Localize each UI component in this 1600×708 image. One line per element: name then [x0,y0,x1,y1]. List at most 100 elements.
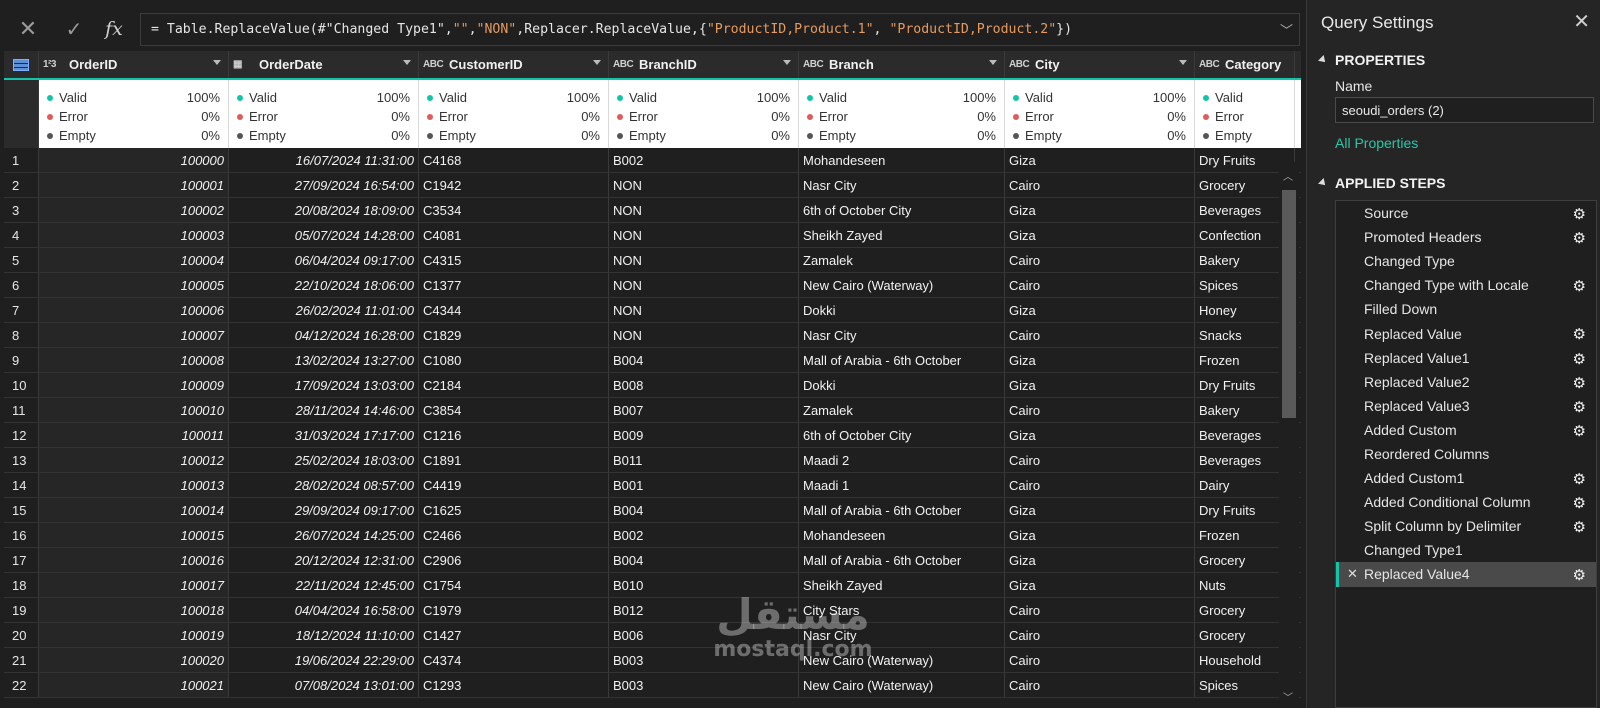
customer-id-cell[interactable]: C1829 [419,323,609,347]
column-header-branchid[interactable]: ABC BranchID [609,51,799,78]
branch-id-cell[interactable]: B007 [609,398,799,422]
order-id-cell[interactable]: 100008 [39,348,229,372]
city-cell[interactable]: Giza [1005,573,1195,597]
customer-id-cell[interactable]: C2906 [419,548,609,572]
order-id-cell[interactable]: 100002 [39,198,229,222]
branch-cell[interactable]: 6th of October City [799,423,1005,447]
branch-id-cell[interactable]: B004 [609,498,799,522]
applied-step[interactable]: Source ⚙ [1336,201,1596,225]
gear-icon[interactable]: ⚙ [1573,277,1586,295]
gear-icon[interactable]: ⚙ [1573,350,1586,368]
chevron-down-icon[interactable]: ﹀ [1280,20,1293,39]
branch-cell[interactable]: Nasr City [799,623,1005,647]
order-id-cell[interactable]: 100009 [39,373,229,397]
city-cell[interactable]: Cairo [1005,473,1195,497]
filter-dropdown-icon[interactable] [783,60,791,65]
table-row[interactable]: 15 100014 29/09/2024 09:17:00 C1625 B004 Mall… [4,498,1301,523]
applied-step[interactable]: Filled Down [1336,297,1596,321]
scroll-down-icon[interactable]: ﹀ [1283,689,1293,704]
applied-step[interactable]: Added Conditional Column ⚙ [1336,490,1596,514]
order-id-cell[interactable]: 100018 [39,598,229,622]
table-row[interactable]: 19 100018 04/04/2024 16:58:00 C1979 B012 City… [4,598,1301,623]
column-header-category[interactable]: ABC Category [1195,51,1295,78]
branch-id-cell[interactable]: NON [609,223,799,247]
applied-step[interactable]: Replaced Value3 ⚙ [1336,394,1596,418]
properties-section-header[interactable]: PROPERTIES [1318,52,1425,68]
branch-cell[interactable]: New Cairo (Waterway) [799,673,1005,697]
city-cell[interactable]: Giza [1005,373,1195,397]
delete-step-icon[interactable]: ✕ [1347,566,1358,582]
customer-id-cell[interactable]: C1377 [419,273,609,297]
order-id-cell[interactable]: 100003 [39,223,229,247]
customer-id-cell[interactable]: C4419 [419,473,609,497]
query-name-input[interactable] [1335,97,1594,123]
branch-id-cell[interactable]: B002 [609,523,799,547]
city-cell[interactable]: Cairo [1005,598,1195,622]
order-date-cell[interactable]: 27/09/2024 16:54:00 [229,173,419,197]
applied-step[interactable]: Added Custom ⚙ [1336,418,1596,442]
city-cell[interactable]: Cairo [1005,673,1195,697]
order-date-cell[interactable]: 29/09/2024 09:17:00 [229,498,419,522]
order-id-cell[interactable]: 100010 [39,398,229,422]
city-cell[interactable]: Cairo [1005,173,1195,197]
table-row[interactable]: 12 100011 31/03/2024 17:17:00 C1216 B009 6th … [4,423,1301,448]
branch-cell[interactable]: Sheikh Zayed [799,223,1005,247]
table-row[interactable]: 20 100019 18/12/2024 11:10:00 C1427 B006 Nasr… [4,623,1301,648]
branch-cell[interactable]: Mall of Arabia - 6th October [799,548,1005,572]
applied-step[interactable]: Replaced Value1 ⚙ [1336,346,1596,370]
city-cell[interactable]: Giza [1005,548,1195,572]
order-date-cell[interactable]: 16/07/2024 11:31:00 [229,148,419,172]
order-date-cell[interactable]: 04/04/2024 16:58:00 [229,598,419,622]
customer-id-cell[interactable]: C1625 [419,498,609,522]
city-cell[interactable]: Giza [1005,198,1195,222]
table-row[interactable]: 21 100020 19/06/2024 22:29:00 C4374 B003 New … [4,648,1301,673]
order-date-cell[interactable]: 26/07/2024 14:25:00 [229,523,419,547]
branch-cell[interactable]: City Stars [799,598,1005,622]
table-menu-button[interactable] [4,51,39,78]
applied-step[interactable]: ✕ Replaced Value4 ⚙ [1336,562,1596,587]
branch-id-cell[interactable]: B003 [609,648,799,672]
order-date-cell[interactable]: 07/08/2024 13:01:00 [229,673,419,697]
gear-icon[interactable]: ⚙ [1573,566,1586,584]
branch-id-cell[interactable]: B009 [609,423,799,447]
order-id-cell[interactable]: 100015 [39,523,229,547]
applied-step[interactable]: Reordered Columns [1336,442,1596,466]
formula-input[interactable]: = Table.ReplaceValue(#"Changed Type1", ""… [140,13,1300,46]
table-row[interactable]: 8 100007 04/12/2024 16:28:00 C1829 NON Nasr C… [4,323,1301,348]
order-id-cell[interactable]: 100017 [39,573,229,597]
table-row[interactable]: 22 100021 07/08/2024 13:01:00 C1293 B003 New … [4,673,1301,698]
table-row[interactable]: 6 100005 22/10/2024 18:06:00 C1377 NON New Ca… [4,273,1301,298]
branch-cell[interactable]: Mohandeseen [799,523,1005,547]
branch-id-cell[interactable]: B004 [609,348,799,372]
all-properties-link[interactable]: All Properties [1335,135,1418,151]
close-icon[interactable]: ✕ [1573,9,1590,34]
customer-id-cell[interactable]: C4374 [419,648,609,672]
order-id-cell[interactable]: 100011 [39,423,229,447]
cancel-formula-button[interactable]: ✕ [10,14,46,44]
city-cell[interactable]: Giza [1005,498,1195,522]
table-row[interactable]: 17 100016 20/12/2024 12:31:00 C2906 B004 Mall… [4,548,1301,573]
branch-cell[interactable]: Maadi 1 [799,473,1005,497]
branch-id-cell[interactable]: B010 [609,573,799,597]
city-cell[interactable]: Cairo [1005,323,1195,347]
city-cell[interactable]: Giza [1005,148,1195,172]
city-cell[interactable]: Giza [1005,423,1195,447]
applied-step[interactable]: Promoted Headers ⚙ [1336,225,1596,249]
customer-id-cell[interactable]: C3854 [419,398,609,422]
branch-cell[interactable]: Dokki [799,373,1005,397]
applied-step[interactable]: Added Custom1 ⚙ [1336,466,1596,490]
order-id-cell[interactable]: 100001 [39,173,229,197]
table-row[interactable]: 14 100013 28/02/2024 08:57:00 C4419 B001 Maad… [4,473,1301,498]
column-header-customerid[interactable]: ABC CustomerID [419,51,609,78]
customer-id-cell[interactable]: C4344 [419,298,609,322]
branch-id-cell[interactable]: NON [609,248,799,272]
applied-step[interactable]: Replaced Value ⚙ [1336,321,1596,345]
customer-id-cell[interactable]: C1216 [419,423,609,447]
filter-dropdown-icon[interactable] [593,60,601,65]
column-header-orderid[interactable]: 1²3 OrderID [39,51,229,78]
order-date-cell[interactable]: 05/07/2024 14:28:00 [229,223,419,247]
city-cell[interactable]: Cairo [1005,398,1195,422]
order-date-cell[interactable]: 20/12/2024 12:31:00 [229,548,419,572]
gear-icon[interactable]: ⚙ [1573,398,1586,416]
order-date-cell[interactable]: 25/02/2024 18:03:00 [229,448,419,472]
